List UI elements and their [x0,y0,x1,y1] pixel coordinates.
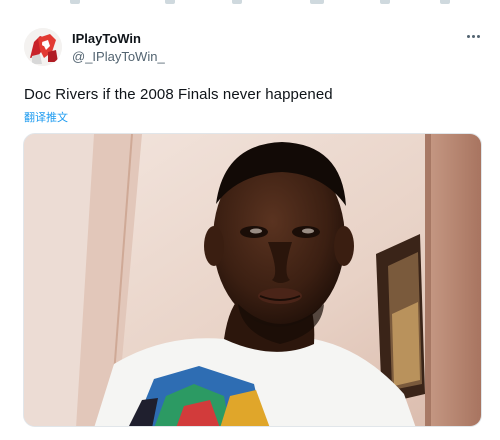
tweet-media-photo[interactable] [23,133,482,427]
tweet-text: Doc Rivers if the 2008 Finals never happ… [24,86,333,103]
avatar[interactable] [24,28,62,66]
previous-tweet-action-bar [0,0,500,10]
more-horizontal-icon[interactable] [462,28,484,44]
avatar-image [24,28,62,66]
translate-tweet-link[interactable]: 翻译推文 [24,109,68,125]
user-handle[interactable]: @_IPlayToWin_ [72,49,165,64]
display-name[interactable]: IPlayToWin [72,31,141,46]
photo-image [24,134,481,426]
tweet-card[interactable]: IPlayToWin @_IPlayToWin_ Doc Rivers if t… [0,0,500,440]
